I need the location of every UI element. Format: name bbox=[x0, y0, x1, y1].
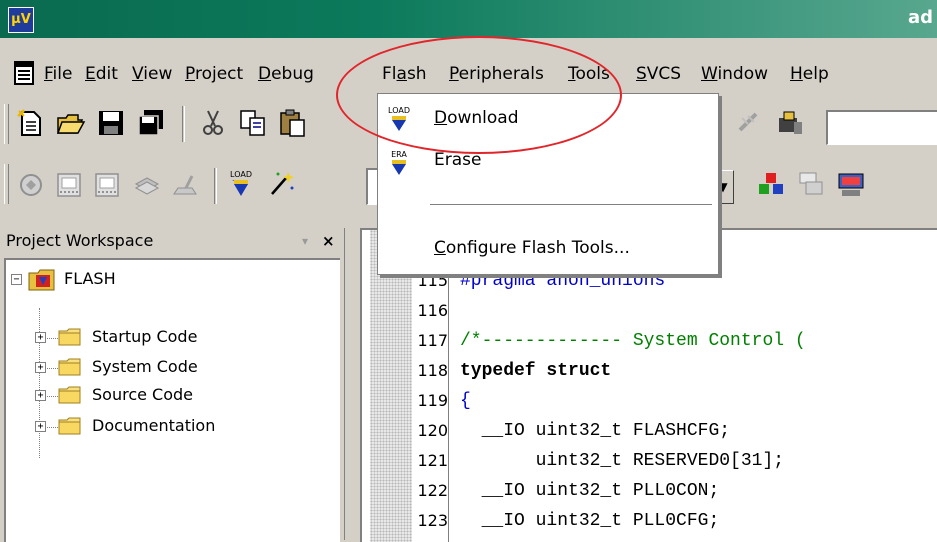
wizard-icon[interactable] bbox=[266, 168, 296, 198]
tree-item-label: Startup Code bbox=[92, 327, 198, 346]
close-icon[interactable]: × bbox=[322, 228, 335, 254]
code-editor[interactable]: 115 #pragma anon_unions 116 117 /*------… bbox=[360, 228, 937, 542]
toolbar-grip[interactable] bbox=[4, 104, 9, 144]
title-bar[interactable]: µV ad bbox=[0, 0, 937, 38]
rebuild-all-icon[interactable] bbox=[92, 170, 122, 200]
toolbar-grip[interactable] bbox=[4, 164, 9, 204]
target-folder-icon bbox=[28, 269, 55, 291]
svg-text:ERA: ERA bbox=[391, 150, 407, 159]
svg-text:LOAD: LOAD bbox=[230, 170, 252, 179]
menu-item-label: Configure Flash Tools... bbox=[434, 238, 630, 258]
document-icon[interactable] bbox=[14, 61, 36, 85]
menu-window[interactable]: Window bbox=[701, 62, 768, 86]
menu-separator bbox=[430, 204, 712, 206]
erase-icon: ERA bbox=[391, 150, 407, 175]
manage-components-icon[interactable] bbox=[796, 170, 826, 200]
project-workspace-panel: Project Workspace ▾ × − FLASH + Startup … bbox=[4, 228, 342, 542]
menu-svcs[interactable]: SVCS bbox=[636, 62, 681, 86]
expand-icon[interactable]: + bbox=[35, 362, 46, 373]
toolbar-separator bbox=[214, 168, 217, 204]
save-all-icon[interactable] bbox=[136, 108, 166, 138]
line-number: 119 bbox=[417, 391, 448, 410]
menu-project[interactable]: Project bbox=[185, 62, 243, 86]
menu-help[interactable]: Help bbox=[790, 62, 829, 86]
load-icon[interactable]: LOAD bbox=[226, 168, 256, 198]
folder-icon bbox=[58, 417, 81, 435]
open-folder-icon[interactable] bbox=[56, 108, 86, 138]
menu-item-erase[interactable]: ERA Erase bbox=[378, 144, 718, 180]
menu-item-label: Erase bbox=[434, 150, 482, 170]
paste-icon[interactable] bbox=[278, 108, 308, 138]
menu-tools[interactable]: Tools bbox=[568, 62, 610, 86]
expand-icon[interactable]: + bbox=[35, 332, 46, 343]
line-number: 120 bbox=[417, 421, 448, 440]
menu-item-label: Download bbox=[434, 108, 519, 128]
bookmark-icon[interactable] bbox=[734, 108, 764, 138]
stop-build-icon[interactable] bbox=[170, 170, 200, 200]
workspace-header: Project Workspace ▾ × bbox=[4, 228, 342, 254]
window-title: ad bbox=[907, 7, 933, 28]
line-number: 116 bbox=[417, 301, 448, 320]
flash-menu-dropdown: LOAD Download ERA Erase Configure Flash … bbox=[377, 93, 719, 275]
menu-view[interactable]: View bbox=[132, 62, 172, 86]
menu-debug[interactable]: Debug bbox=[258, 62, 314, 86]
workspace-title: Project Workspace bbox=[6, 231, 154, 250]
tree-item-documentation[interactable]: + Documentation bbox=[6, 413, 336, 439]
line-number: 117 bbox=[417, 331, 448, 350]
gutter-divider bbox=[448, 230, 449, 542]
new-file-icon[interactable] bbox=[16, 108, 46, 138]
menu-flash[interactable]: Flash bbox=[382, 62, 427, 86]
tree-item-label: System Code bbox=[92, 357, 198, 376]
expand-icon[interactable]: + bbox=[35, 390, 46, 401]
find-in-files-icon[interactable] bbox=[776, 108, 806, 138]
find-combo[interactable] bbox=[826, 110, 937, 145]
code-line[interactable]: { bbox=[460, 386, 471, 416]
menu-bar: File Edit View Project Debug Flash Perip… bbox=[0, 50, 937, 96]
tree-item-label: Documentation bbox=[92, 416, 216, 435]
cut-icon[interactable] bbox=[198, 108, 228, 138]
tree-item-flash[interactable]: − FLASH bbox=[6, 266, 336, 292]
code-line[interactable]: __IO uint32_t FLASHCFG; bbox=[460, 416, 730, 446]
tree-item-source-code[interactable]: + Source Code bbox=[6, 382, 336, 408]
load-icon: LOAD bbox=[388, 106, 410, 131]
menu-file[interactable]: File bbox=[44, 62, 72, 86]
tree-item-label: FLASH bbox=[64, 269, 116, 288]
menu-item-download[interactable]: LOAD Download bbox=[378, 100, 718, 136]
build-target-icon[interactable] bbox=[54, 170, 84, 200]
toolbar-separator bbox=[182, 106, 185, 142]
app-icon[interactable]: µV bbox=[8, 7, 34, 33]
translate-icon[interactable] bbox=[16, 170, 46, 200]
folder-icon bbox=[58, 386, 81, 404]
line-number: 121 bbox=[417, 451, 448, 470]
pin-icon[interactable]: ▾ bbox=[302, 228, 308, 254]
folder-icon bbox=[58, 358, 81, 376]
code-line[interactable]: __IO uint32_t PLL0CFG; bbox=[460, 506, 720, 536]
copy-icon[interactable] bbox=[238, 108, 268, 138]
code-line[interactable]: typedef struct bbox=[460, 356, 611, 386]
svg-text:LOAD: LOAD bbox=[388, 106, 410, 115]
tree-item-label: Source Code bbox=[92, 385, 193, 404]
expand-icon[interactable]: + bbox=[35, 421, 46, 432]
tree-item-system-code[interactable]: + System Code bbox=[6, 354, 336, 380]
menu-item-configure-flash-tools[interactable]: Configure Flash Tools... bbox=[378, 232, 718, 268]
save-icon[interactable] bbox=[96, 108, 126, 138]
collapse-icon[interactable]: − bbox=[11, 274, 22, 285]
line-number: 123 bbox=[417, 511, 448, 530]
options-icon[interactable] bbox=[756, 170, 786, 200]
line-number: 122 bbox=[417, 481, 448, 500]
code-line[interactable]: /*------------- System Control ( bbox=[460, 326, 806, 356]
menu-edit[interactable]: Edit bbox=[85, 62, 118, 86]
code-line[interactable]: uint32_t RESERVED0[31]; bbox=[460, 446, 784, 476]
line-number: 118 bbox=[417, 361, 448, 380]
tree-item-startup-code[interactable]: + Startup Code bbox=[6, 324, 336, 350]
code-line[interactable]: __IO uint32_t PLL0CON; bbox=[460, 476, 720, 506]
multi-project-icon[interactable] bbox=[836, 170, 866, 200]
folder-icon bbox=[58, 328, 81, 346]
menu-peripherals[interactable]: Peripherals bbox=[449, 62, 544, 86]
project-tree: − FLASH + Startup Code + System Code + S… bbox=[4, 258, 340, 542]
batch-build-icon[interactable] bbox=[132, 170, 162, 200]
